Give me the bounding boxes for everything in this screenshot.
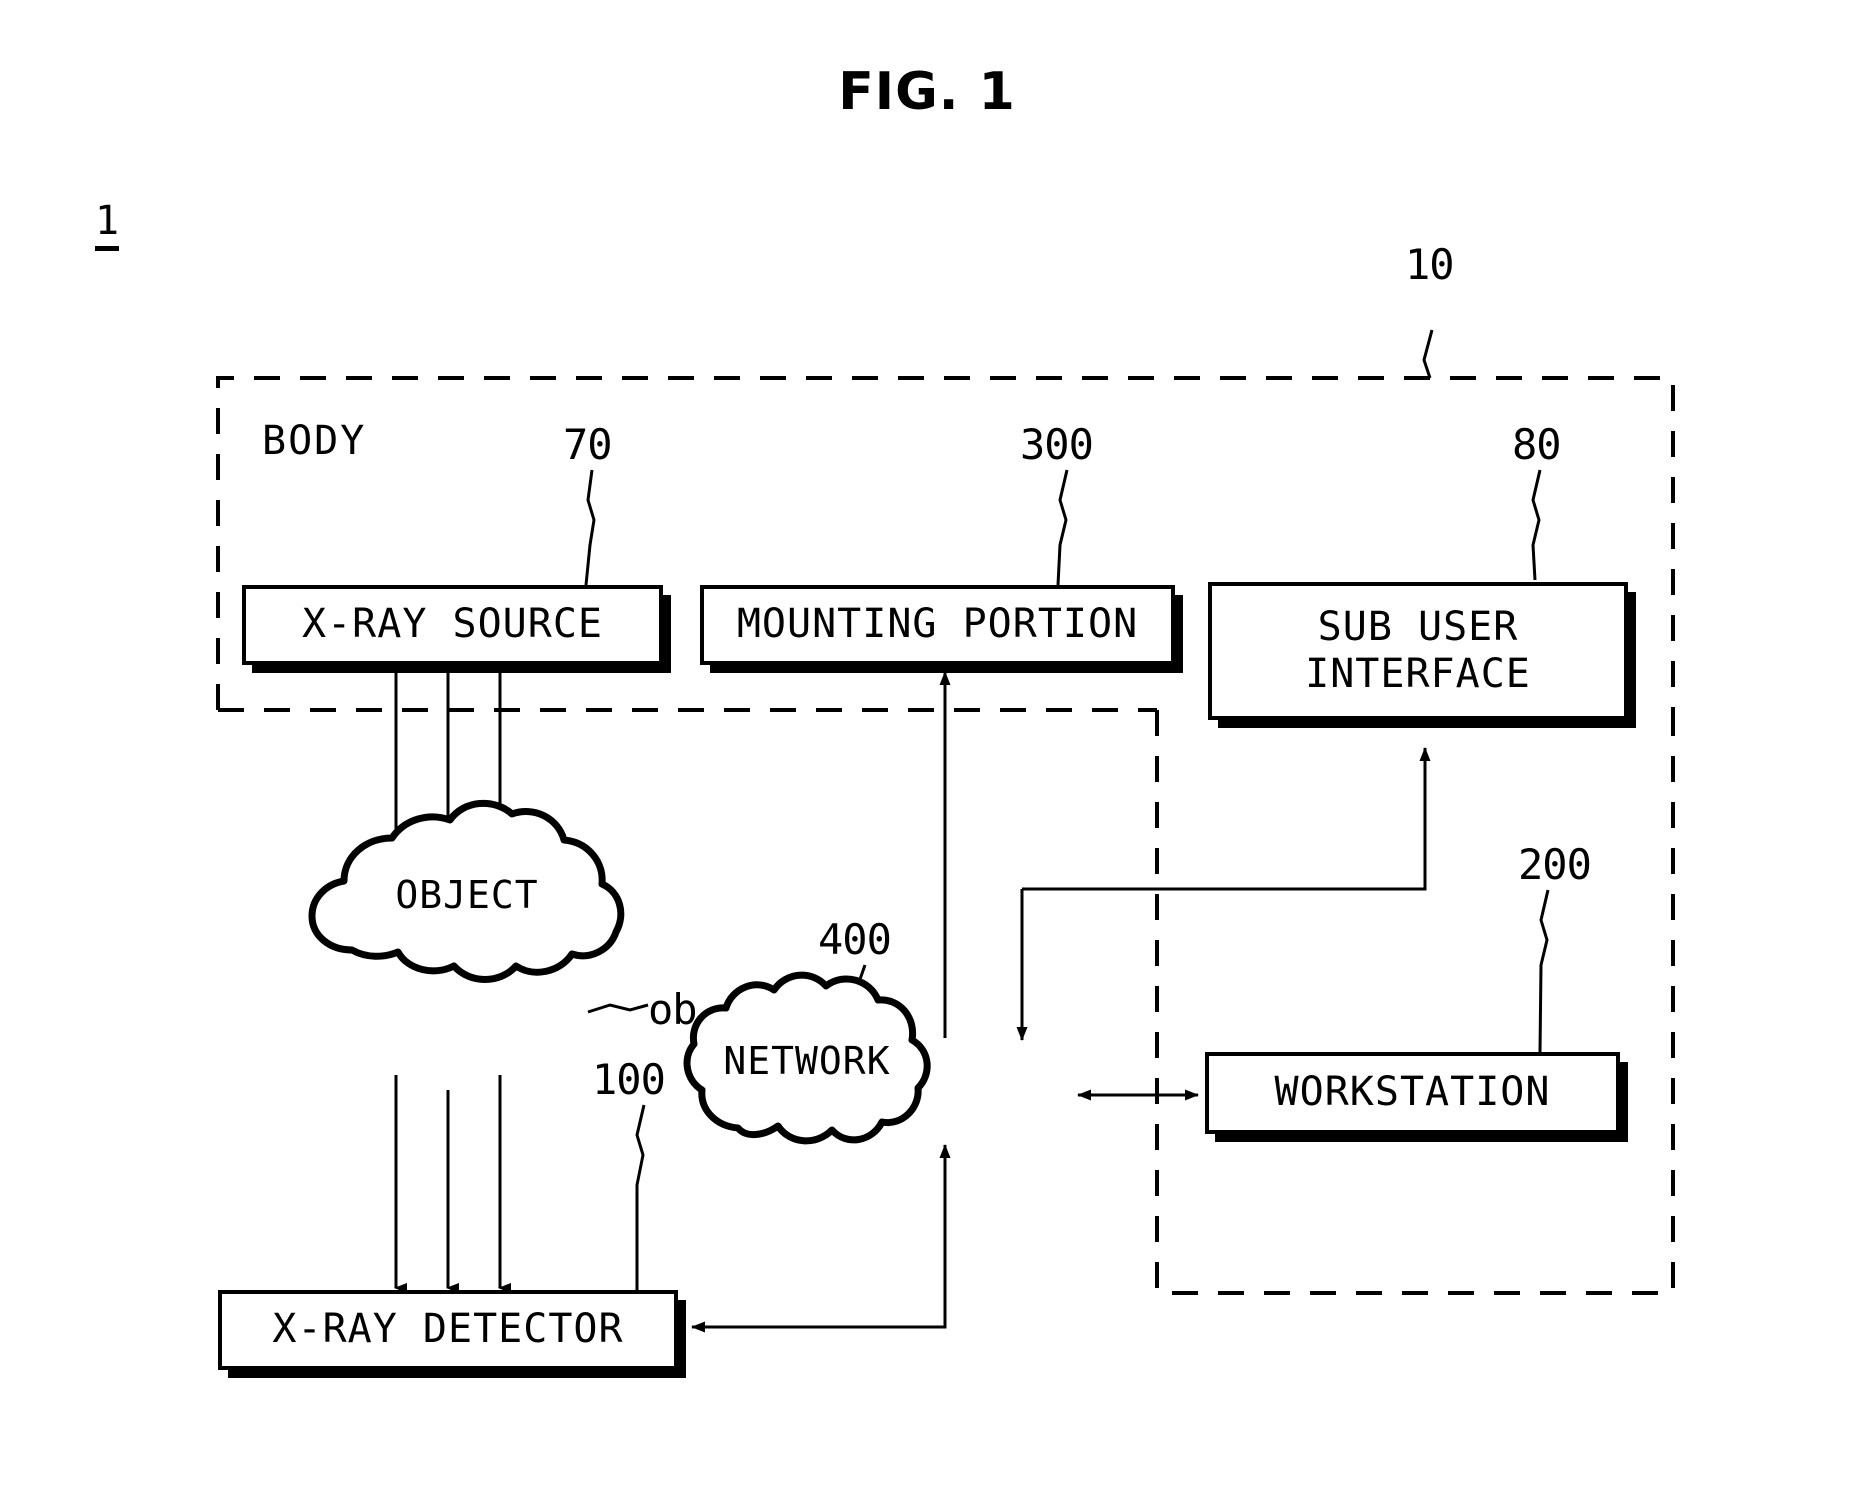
workstation-label: WORKSTATION [1274, 1069, 1551, 1116]
ref-number-mounting-portion: 300 [1020, 420, 1094, 469]
network-cloud[interactable]: NETWORK [682, 972, 932, 1150]
x-ray-detector-label: X-RAY DETECTOR [272, 1306, 624, 1353]
leader-line-100 [635, 1104, 646, 1290]
ref-number-workstation: 200 [1518, 840, 1592, 889]
connector-xray-detector-to-network [692, 1144, 951, 1329]
leader-line-200 [1538, 889, 1550, 1053]
leader-line-80 [1531, 469, 1542, 581]
sub-user-interface-label-line1: SUB USER [1317, 603, 1519, 650]
xray-beams-object-to-detector [394, 1075, 511, 1293]
ref-number-network: 400 [818, 915, 892, 964]
workstation-block[interactable]: WORKSTATION [1205, 1052, 1620, 1134]
object-cloud-label: OBJECT [395, 873, 539, 917]
diagram-vector-layer [216, 329, 1675, 1333]
network-cloud-label: NETWORK [723, 1039, 891, 1083]
x-ray-source-block[interactable]: X-RAY SOURCE [242, 585, 663, 665]
ref-number-x-ray-source: 70 [563, 420, 613, 469]
ref-number-body: 10 [1405, 240, 1455, 289]
system-reference-number: 1 [95, 198, 120, 251]
right-dashed-enclosure [1155, 710, 1675, 1295]
figure-page: FIG. 1 1 10 70 300 80 400 200 100 ob BOD… [0, 0, 1854, 1485]
ref-number-sub-user-interface: 80 [1512, 420, 1562, 469]
x-ray-source-label: X-RAY SOURCE [302, 601, 603, 648]
body-enclosure-label: BODY [262, 418, 367, 464]
mounting-portion-block[interactable]: MOUNTING PORTION [700, 585, 1175, 665]
figure-title: FIG. 1 [838, 62, 1016, 122]
leader-line-300 [1056, 469, 1069, 586]
sub-user-interface-label-line2: INTERFACE [1305, 651, 1531, 697]
object-cloud[interactable]: OBJECT [312, 800, 622, 990]
x-ray-detector-block[interactable]: X-RAY DETECTOR [218, 1290, 678, 1370]
leader-line-10 [1422, 329, 1434, 379]
ref-number-x-ray-detector: 100 [592, 1055, 666, 1104]
leader-line-70 [584, 469, 596, 586]
leader-line-ob [587, 1003, 649, 1014]
mounting-portion-label: MOUNTING PORTION [736, 601, 1139, 648]
connector-network-to-xray-detector [691, 1145, 947, 1333]
sub-user-interface-block[interactable]: SUB USER INTERFACE [1208, 582, 1628, 720]
connector-to-sub-user-interface [1022, 747, 1431, 891]
